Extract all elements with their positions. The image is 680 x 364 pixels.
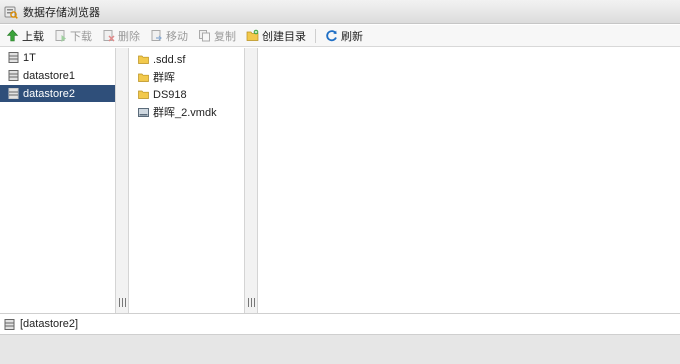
datastore-label: datastore1: [23, 69, 75, 82]
pane-splitter-right[interactable]: [245, 48, 258, 313]
file-item-sdd-sf[interactable]: .sdd.sf: [129, 51, 244, 69]
datastore-icon: [4, 318, 15, 330]
resize-grip-icon: [248, 298, 255, 307]
download-label: 下载: [70, 30, 92, 43]
create-directory-label: 创建目录: [262, 30, 306, 43]
file-label: 群晖: [153, 72, 175, 85]
copy-icon: [199, 30, 210, 42]
move-label: 移动: [166, 30, 188, 43]
create-directory-button[interactable]: 创建目录: [246, 28, 306, 44]
current-path: [datastore2]: [20, 318, 79, 330]
refresh-button[interactable]: 刷新: [325, 28, 363, 44]
datastore-item-datastore2[interactable]: datastore2: [0, 85, 115, 102]
file-item-qunhui[interactable]: 群晖: [129, 69, 244, 87]
datastore-list: 1T datastore1 datastore2: [0, 48, 116, 313]
file-item-qunhui-2-vmdk[interactable]: 群晖_2.vmdk: [129, 104, 244, 122]
pane-splitter-left[interactable]: [116, 48, 129, 313]
details-pane: [258, 48, 680, 313]
folder-icon: [138, 90, 149, 100]
upload-icon: [6, 29, 19, 42]
refresh-icon: [326, 30, 337, 42]
new-folder-icon: [246, 29, 259, 41]
file-label: DS918: [153, 88, 187, 101]
delete-icon: [103, 30, 115, 42]
window-title: 数据存储浏览器: [23, 6, 100, 19]
delete-label: 删除: [118, 30, 140, 43]
datastore-browser-icon: [4, 6, 18, 19]
file-item-ds918[interactable]: DS918: [129, 86, 244, 104]
download-icon: [55, 30, 66, 42]
datastore-item-datastore1[interactable]: datastore1: [0, 67, 115, 84]
copy-label: 复制: [214, 30, 236, 43]
toolbar: 上载 下载 删除 移动 复制 创建目录 刷新: [0, 25, 680, 47]
datastore-label: datastore2: [23, 87, 75, 100]
folder-icon: [138, 73, 149, 82]
datastore-item-1t[interactable]: 1T: [0, 49, 115, 66]
datastore-icon: [8, 70, 19, 81]
refresh-label: 刷新: [341, 30, 363, 43]
status-bar: [datastore2]: [0, 313, 680, 334]
delete-button[interactable]: 删除: [102, 28, 140, 44]
title-bar: 数据存储浏览器: [0, 0, 680, 24]
folder-icon: [138, 55, 149, 65]
toolbar-separator: [315, 28, 316, 43]
window-footer: [0, 334, 680, 364]
move-icon: [151, 30, 162, 41]
datastore-icon: [8, 88, 19, 99]
virtual-disk-icon: [138, 107, 149, 117]
copy-button[interactable]: 复制: [198, 28, 236, 44]
upload-button[interactable]: 上载: [6, 28, 44, 44]
file-label: 群晖_2.vmdk: [153, 107, 217, 120]
upload-label: 上载: [22, 30, 44, 43]
file-list: .sdd.sf 群晖 DS918 群晖_2.vmdk: [129, 48, 245, 313]
file-label: .sdd.sf: [153, 53, 186, 66]
download-button[interactable]: 下载: [54, 28, 92, 44]
datastore-label: 1T: [23, 51, 36, 64]
resize-grip-icon: [119, 298, 126, 307]
datastore-icon: [8, 52, 19, 63]
move-button[interactable]: 移动: [150, 28, 188, 44]
